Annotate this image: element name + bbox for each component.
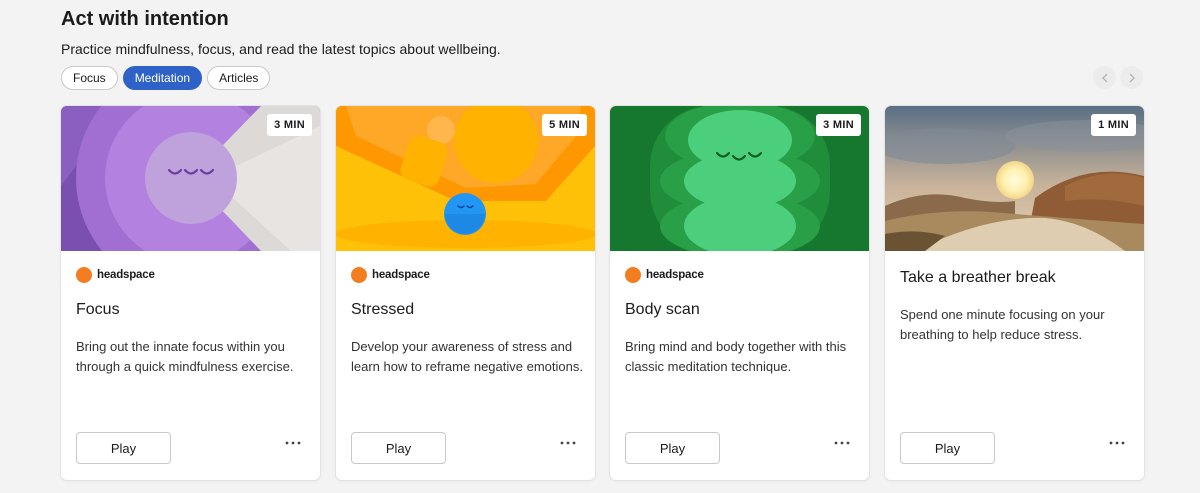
- duration-badge: 3 MIN: [267, 114, 312, 136]
- provider-name: headspace: [646, 269, 704, 281]
- section-subtitle: Practice mindfulness, focus, and read th…: [61, 41, 501, 57]
- card-title: Body scan: [625, 301, 700, 318]
- tab-meditation[interactable]: Meditation: [122, 66, 203, 90]
- meditation-card-focus[interactable]: 3 MIN headspace Focus Bring out the inna…: [61, 106, 320, 480]
- more-icon: [834, 441, 850, 445]
- card-description: Bring mind and body together with this c…: [625, 339, 847, 374]
- provider: headspace: [625, 267, 704, 283]
- duration-badge: 3 MIN: [816, 114, 861, 136]
- card-description: Develop your awareness of stress and lea…: [351, 339, 583, 374]
- section-title: Act with intention: [61, 8, 229, 30]
- tab-articles[interactable]: Articles: [207, 66, 271, 90]
- play-button[interactable]: Play: [900, 432, 995, 464]
- more-options-button[interactable]: [283, 436, 303, 450]
- carousel-nav: [1093, 66, 1143, 89]
- chevron-left-icon: [1101, 73, 1107, 82]
- card-description: Spend one minute focusing on your breath…: [900, 307, 1105, 342]
- chevron-right-icon: [1129, 73, 1135, 82]
- card-title: Take a breather break: [900, 269, 1056, 286]
- provider: headspace: [351, 267, 430, 283]
- more-options-button[interactable]: [1107, 436, 1127, 450]
- provider-name: headspace: [97, 269, 155, 281]
- duration-badge: 1 MIN: [1091, 114, 1136, 136]
- duration-badge: 5 MIN: [542, 114, 587, 136]
- meditation-card-stressed[interactable]: 5 MIN headspace Stressed Develop your aw…: [336, 106, 595, 480]
- play-button[interactable]: Play: [625, 432, 720, 464]
- next-button[interactable]: [1120, 66, 1143, 89]
- tab-focus[interactable]: Focus: [61, 66, 118, 90]
- play-button[interactable]: Play: [351, 432, 446, 464]
- more-icon: [1109, 441, 1125, 445]
- headspace-logo-icon: [625, 267, 641, 283]
- previous-button[interactable]: [1093, 66, 1116, 89]
- more-icon: [560, 441, 576, 445]
- play-button[interactable]: Play: [76, 432, 171, 464]
- meditation-card-body-scan[interactable]: 3 MIN headspace Body scan Bring mind and…: [610, 106, 869, 480]
- meditation-card-breather-break[interactable]: 1 MIN Take a breather break Spend one mi…: [885, 106, 1144, 480]
- provider-name: headspace: [372, 269, 430, 281]
- more-options-button[interactable]: [558, 436, 578, 450]
- headspace-logo-icon: [76, 267, 92, 283]
- more-options-button[interactable]: [832, 436, 852, 450]
- headspace-logo-icon: [351, 267, 367, 283]
- more-icon: [285, 441, 301, 445]
- category-tabs: Focus Meditation Articles: [61, 66, 271, 90]
- card-description: Bring out the innate focus within you th…: [76, 339, 294, 374]
- card-title: Stressed: [351, 301, 415, 318]
- card-title: Focus: [76, 301, 120, 318]
- provider: headspace: [76, 267, 155, 283]
